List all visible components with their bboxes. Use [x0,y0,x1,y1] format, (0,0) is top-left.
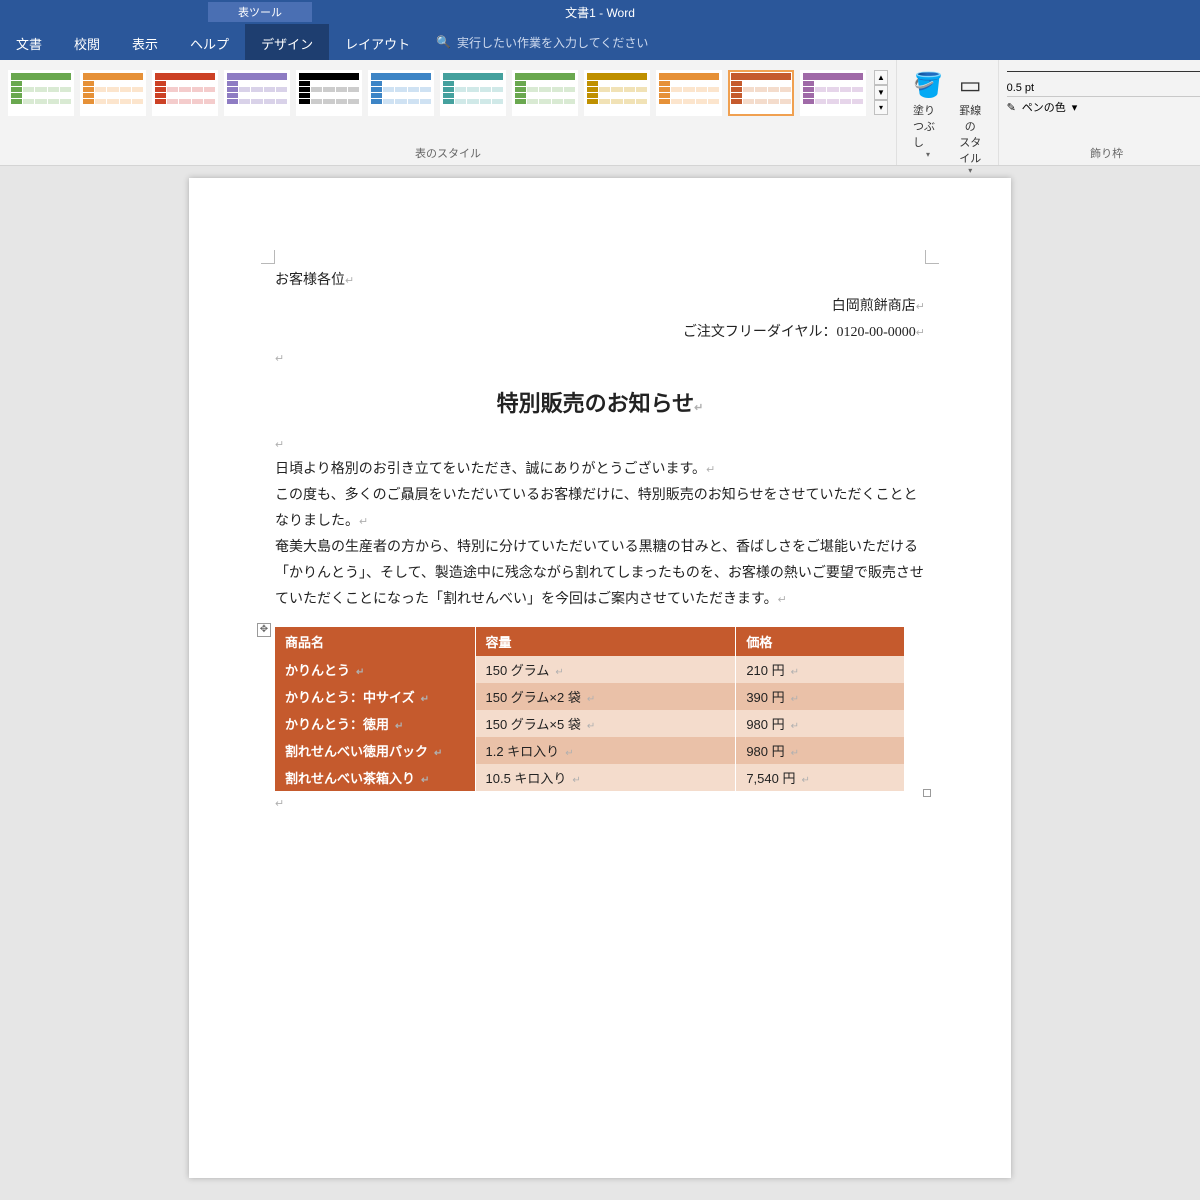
margin-mark-top-left [261,250,275,264]
document-page[interactable]: お客様各位↵ 白岡煎餅商店↵ ご注文フリーダイヤル：0120-00-0000↵ … [189,178,1011,1178]
paragraph-1: 日頃より格別のお引き立てをいただき、誠にありがとうございます。 [275,462,706,477]
table-style-thumb[interactable] [296,70,362,116]
tab-design[interactable]: デザイン [245,24,329,60]
border-styles-button[interactable]: ▭ 罫線の スタイル ▾ [951,64,990,179]
table-style-thumb[interactable] [512,70,578,116]
cell-product-name: 割れせんべい徳用パック↵ [275,737,475,764]
phone-line: ご注文フリーダイヤル：0120-00-0000 [683,325,916,340]
chevron-down-icon: ▾ [1072,101,1078,114]
salutation: お客様各位 [275,273,345,288]
table-row[interactable]: かりんとう：中サイズ↵150 グラム×2 袋↵390 円↵ [275,683,905,710]
col-header-name: 商品名 [275,627,475,656]
table-style-thumb[interactable] [656,70,722,116]
ribbon: ▲ ▼ ▾ 表のスタイル 🪣 塗りつぶし ▾ ▭ 罫線の スタイル ▾ 0.5 … [0,60,1200,166]
cell-product-name: かりんとう：徳用↵ [275,710,475,737]
ribbon-group-label-styles: 表のスタイル [8,143,888,163]
table-style-thumb[interactable] [80,70,146,116]
paint-bucket-icon: 🪣 [913,68,943,102]
table-resize-handle[interactable] [923,789,931,797]
document-table[interactable]: 商品名 容量 価格 かりんとう↵150 グラム↵210 円↵かりんとう：中サイズ… [275,627,905,791]
document-heading: 特別販売のお知らせ [497,391,695,416]
tab-document[interactable]: 文書 [0,24,58,60]
gallery-scroller: ▲ ▼ ▾ [874,70,888,115]
table-style-thumb[interactable] [152,70,218,116]
cell-volume: 150 グラム×5 袋↵ [475,710,736,737]
cell-price: 980 円↵ [736,737,905,764]
document-workspace[interactable]: お客様各位↵ 白岡煎餅商店↵ ご注文フリーダイヤル：0120-00-0000↵ … [0,166,1200,1200]
company-name: 白岡煎餅商店 [832,299,916,314]
ribbon-group-shading-borders: 🪣 塗りつぶし ▾ ▭ 罫線の スタイル ▾ [897,60,999,165]
col-header-volume: 容量 [475,627,736,656]
table-move-handle[interactable]: ✥ [257,623,271,637]
ribbon-tabs: 文書 校閲 表示 ヘルプ デザイン レイアウト 🔍 実行したい作業を入力してくだ… [0,24,1200,60]
col-header-price: 価格 [736,627,905,656]
title-bar: 表ツール 文書1 - Word [0,0,1200,24]
ribbon-group-borders: 0.5 pt ▾ ✎ ペンの色 ▾ 飾り枠 [999,60,1200,165]
cell-volume: 150 グラム×2 袋↵ [475,683,736,710]
table-style-gallery: ▲ ▼ ▾ [8,64,888,116]
cell-volume: 150 グラム↵ [475,656,736,683]
table-row[interactable]: かりんとう↵150 グラム↵210 円↵ [275,656,905,683]
document-title: 文書1 - Word [565,4,635,21]
tab-view[interactable]: 表示 [116,24,174,60]
cell-price: 980 円↵ [736,710,905,737]
tab-layout[interactable]: レイアウト [329,24,426,60]
search-placeholder: 実行したい作業を入力してください [457,34,648,51]
cell-volume: 10.5 キロ入り↵ [475,764,736,791]
table-style-thumb[interactable] [368,70,434,116]
chevron-down-icon: ▾ [968,166,972,175]
table-style-thumb[interactable] [224,70,290,116]
table-style-thumb[interactable] [584,70,650,116]
table-style-thumb[interactable] [8,70,74,116]
chevron-down-icon: ▾ [926,150,930,159]
context-tab-label: 表ツール [208,2,312,22]
pen-icon: ✎ [1007,101,1016,114]
cell-product-name: かりんとう：中サイズ↵ [275,683,475,710]
gallery-down-button[interactable]: ▼ [874,85,888,100]
gallery-more-button[interactable]: ▾ [874,100,888,115]
shading-button[interactable]: 🪣 塗りつぶし ▾ [905,64,951,163]
table-row[interactable]: 割れせんべい徳用パック↵1.2 キロ入り↵980 円↵ [275,737,905,764]
pen-color-button[interactable]: ✎ ペンの色 ▾ [1007,97,1200,117]
gallery-up-button[interactable]: ▲ [874,70,888,85]
tab-help[interactable]: ヘルプ [174,24,245,60]
border-style-icon: ▭ [959,68,982,102]
table-row[interactable]: かりんとう：徳用↵150 グラム×5 袋↵980 円↵ [275,710,905,737]
table-style-thumb[interactable] [800,70,866,116]
table-style-thumb[interactable] [440,70,506,116]
cell-price: 390 円↵ [736,683,905,710]
tab-review[interactable]: 校閲 [58,24,116,60]
paragraph-3: 奄美大島の生産者の方から、特別に分けていただいている黒糖の甘みと、香ばしさをご堪… [275,540,924,607]
table-style-thumb[interactable] [728,70,794,116]
search-icon: 🔍 [436,35,451,49]
paragraph-2: この度も、多くのご贔屓をいただいているお客様だけに、特別販売のお知らせをさせてい… [275,488,917,529]
ribbon-group-label-borders: 飾り枠 [1007,143,1200,163]
tell-me-search[interactable]: 🔍 実行したい作業を入力してください [426,24,1200,60]
pen-weight-value[interactable]: 0.5 pt [1007,82,1035,94]
cell-product-name: 割れせんべい茶箱入り↵ [275,764,475,791]
border-line-samples[interactable]: 0.5 pt ▾ ✎ ペンの色 ▾ [1007,64,1200,117]
table-row[interactable]: 割れせんべい茶箱入り↵10.5 キロ入り↵7,540 円↵ [275,764,905,791]
cell-price: 7,540 円↵ [736,764,905,791]
margin-mark-top-right [925,250,939,264]
table-header-row: 商品名 容量 価格 [275,627,905,656]
cell-product-name: かりんとう↵ [275,656,475,683]
cell-volume: 1.2 キロ入り↵ [475,737,736,764]
ribbon-group-table-styles: ▲ ▼ ▾ 表のスタイル [0,60,897,165]
document-table-wrap: ✥ 商品名 容量 価格 かりんとう↵150 グラム↵210 円↵かりんとう：中サ… [275,627,925,791]
cell-price: 210 円↵ [736,656,905,683]
